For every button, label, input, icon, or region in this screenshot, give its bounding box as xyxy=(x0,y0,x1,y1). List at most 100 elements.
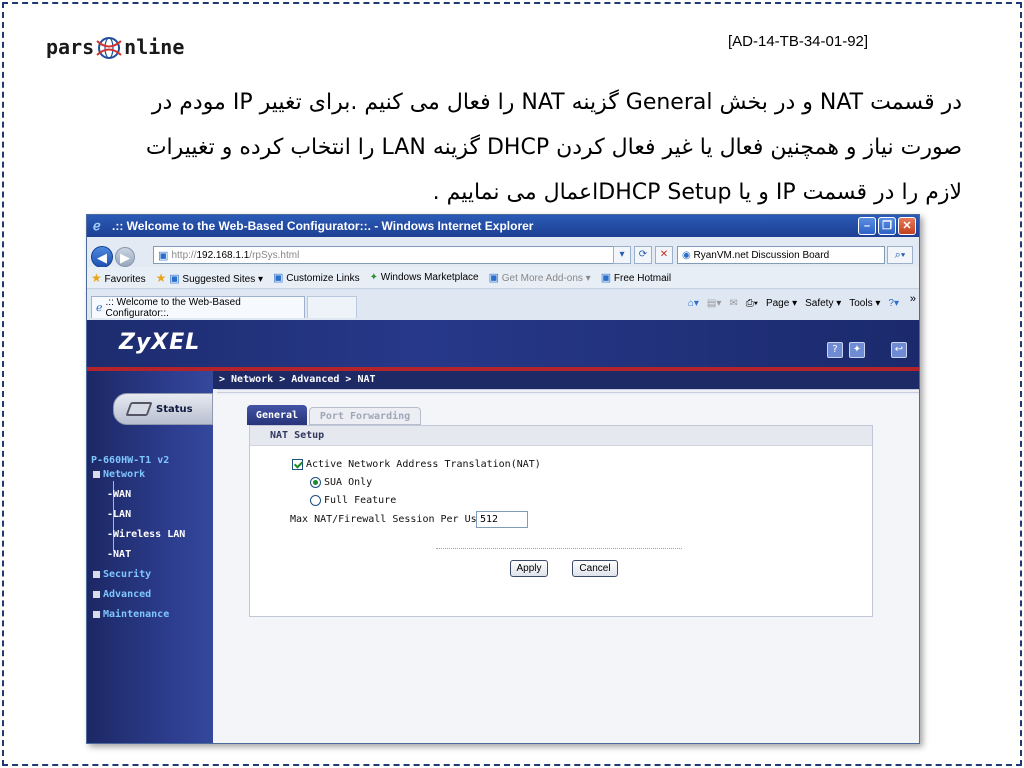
url-host: 192.168.1.1 xyxy=(196,249,250,261)
router-page: ZyXEL ? ✦ ↩ > Network > Advanced > NAT S… xyxy=(87,320,919,743)
stop-icon[interactable]: ✕ xyxy=(655,246,673,264)
get-more-addons-link[interactable]: ▣ Get More Add-ons ▾ xyxy=(489,271,591,284)
help-icon[interactable]: ? xyxy=(827,342,843,358)
favorites-button[interactable]: ★ Favorites xyxy=(91,271,146,285)
parsonline-logo: pars nline xyxy=(46,30,184,64)
instruction-text: در قسمت NAT و در بخش General گزینه NAT ر… xyxy=(72,80,962,215)
ie-page-icon: ℯ xyxy=(96,302,103,314)
nat-checkbox-label: Active Network Address Translation(NAT) xyxy=(306,459,541,470)
sua-only-label: SUA Only xyxy=(324,477,373,488)
windows-marketplace-label: Windows Marketplace xyxy=(380,272,479,283)
star-icon: ★ xyxy=(91,270,102,285)
sidebar-item-label: WAN xyxy=(113,489,132,500)
tab-port-forwarding[interactable]: Port Forwarding xyxy=(309,407,421,425)
sidebar-item-lan[interactable]: -LAN xyxy=(107,509,131,520)
back-button[interactable]: ◀ xyxy=(91,246,113,268)
sidebar-item-label: LAN xyxy=(113,509,132,520)
sidebar-item-label: NAT xyxy=(113,549,132,560)
logo-text-left: pars xyxy=(46,35,95,59)
sidebar-item-security[interactable]: Security xyxy=(93,569,151,580)
forward-button[interactable]: ▶ xyxy=(115,247,135,267)
tools-menu[interactable]: Tools ▾ xyxy=(849,298,880,309)
logo-text-right: nline xyxy=(124,35,185,59)
refresh-icon[interactable]: ⟳ xyxy=(634,246,652,264)
customize-links-label: Customize Links xyxy=(286,273,360,284)
tab-general[interactable]: General xyxy=(247,405,307,425)
browser-tab-active[interactable]: ℯ .:: Welcome to the Web-Based Configura… xyxy=(91,296,305,319)
maximize-button[interactable]: ❐ xyxy=(878,217,896,235)
url-prefix: http:// xyxy=(171,249,197,261)
logout-icon[interactable]: ↩ xyxy=(891,342,907,358)
page-icon: ▣ xyxy=(169,272,180,285)
dropdown-arrow-icon[interactable]: ▾ xyxy=(613,246,631,264)
page-icon: ▣ xyxy=(488,272,499,284)
favorites-label: Favorites xyxy=(104,273,146,285)
nat-checkbox[interactable] xyxy=(292,459,303,470)
sua-only-radio[interactable] xyxy=(310,477,321,488)
close-button[interactable]: ✕ xyxy=(898,217,916,235)
breadcrumb: > Network > Advanced > NAT xyxy=(219,374,376,385)
sidebar-item-wireless-lan[interactable]: -Wireless LAN xyxy=(107,529,185,540)
tab-bar: ℯ .:: Welcome to the Web-Based Configura… xyxy=(87,290,919,320)
suggested-sites-link[interactable]: ★ ▣ Suggested Sites ▾ xyxy=(156,271,263,285)
sidebar-item-label: Maintenance xyxy=(103,609,170,620)
window-title: .:: Welcome to the Web-Based Configurato… xyxy=(112,219,534,233)
sidebar: Status P-660HW-T1 v2 Network -WAN -LAN -… xyxy=(87,371,213,743)
mail-icon[interactable]: ✉ xyxy=(729,298,737,309)
url-path: /rpSys.html xyxy=(249,249,300,261)
status-button[interactable]: Status xyxy=(113,393,213,425)
windows-marketplace-link[interactable]: ✦ Windows Marketplace xyxy=(370,272,479,283)
full-feature-radio[interactable] xyxy=(310,495,321,506)
document-code: [AD-14-TB-34-01-92] xyxy=(728,33,869,50)
router-header: ZyXEL ? ✦ ↩ xyxy=(87,320,919,367)
sidebar-item-network[interactable]: Network xyxy=(93,469,145,480)
chevron-more-icon[interactable]: » xyxy=(910,293,916,305)
sidebar-item-wan[interactable]: -WAN xyxy=(107,489,131,500)
search-input[interactable]: ◉ RyanVM.net Discussion Board xyxy=(677,246,885,264)
sidebar-item-label: Security xyxy=(103,569,152,580)
max-session-input[interactable]: 512 xyxy=(476,511,528,528)
sidebar-item-advanced[interactable]: Advanced xyxy=(93,589,151,600)
panel-title: NAT Setup xyxy=(250,426,872,446)
cancel-button[interactable]: Cancel xyxy=(572,560,618,577)
header-icons: ? ✦ ↩ xyxy=(827,342,907,358)
minimize-button[interactable]: – xyxy=(858,217,876,235)
wizard-icon[interactable]: ✦ xyxy=(849,342,865,358)
sua-only-row: SUA Only xyxy=(310,477,372,488)
page-menu[interactable]: Page ▾ xyxy=(766,298,797,309)
free-hotmail-link[interactable]: ▣ Free Hotmail xyxy=(601,271,671,284)
sidebar-item-maintenance[interactable]: Maintenance xyxy=(93,609,169,620)
address-bar[interactable]: ▣ http:// 192.168.1.1 /rpSys.html xyxy=(153,246,631,264)
ie-icon: ℯ xyxy=(93,218,101,233)
sidebar-item-nat[interactable]: -NAT xyxy=(107,549,131,560)
page-icon: ▣ xyxy=(158,249,172,262)
collapse-icon xyxy=(93,470,100,478)
separator-line xyxy=(436,548,682,549)
free-hotmail-label: Free Hotmail xyxy=(613,273,672,284)
content-area: General Port Forwarding NAT Setup Active… xyxy=(213,395,919,743)
suggested-sites-label: Suggested Sites ▾ xyxy=(182,273,264,285)
search-button[interactable]: ⌕▾ xyxy=(887,246,913,264)
windows-logo-icon: ✦ xyxy=(369,272,378,283)
feeds-icon[interactable]: ▤▾ xyxy=(707,298,721,309)
new-tab-button[interactable] xyxy=(307,296,357,318)
max-session-label: Max NAT/Firewall Session Per User xyxy=(290,514,489,525)
expand-icon xyxy=(93,590,100,598)
address-tools: ▾ ⟳ ✕ xyxy=(613,246,673,264)
router-icon xyxy=(125,402,153,416)
command-bar: ⌂▾ ▤▾ ✉ ⎙▾ Page ▾ Safety ▾ Tools ▾ ?▾ xyxy=(688,298,899,309)
help-icon[interactable]: ?▾ xyxy=(888,298,899,309)
model-name: P-660HW-T1 v2 xyxy=(91,455,170,466)
full-feature-label: Full Feature xyxy=(324,495,397,506)
zyxel-logo: ZyXEL xyxy=(119,330,201,355)
title-bar[interactable]: ℯ .:: Welcome to the Web-Based Configura… xyxy=(87,215,919,237)
globe-icon xyxy=(96,37,122,59)
home-icon[interactable]: ⌂▾ xyxy=(688,298,699,309)
apply-button[interactable]: Apply xyxy=(510,560,548,577)
customize-links-link[interactable]: ▣ Customize Links xyxy=(273,271,360,284)
page-icon: ▣ xyxy=(273,272,284,284)
print-icon[interactable]: ⎙▾ xyxy=(746,298,758,309)
safety-menu[interactable]: Safety ▾ xyxy=(805,298,841,309)
sidebar-item-label: Wireless LAN xyxy=(113,529,186,540)
search-provider-icon: ◉ xyxy=(682,249,694,261)
